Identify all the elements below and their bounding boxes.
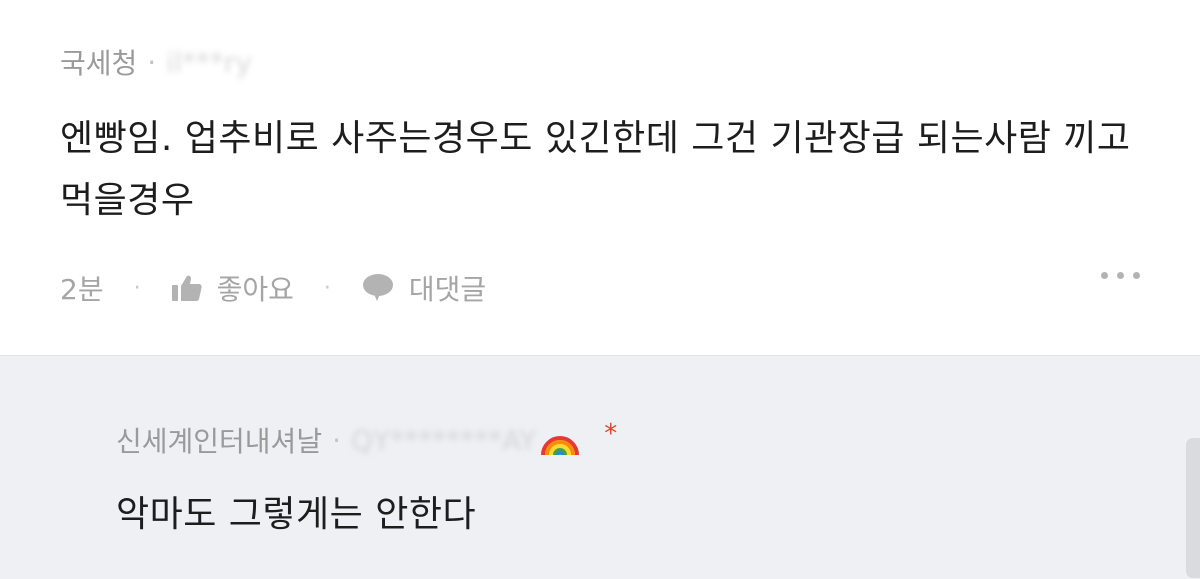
reply-header: 신세계인터내셔날 · QY********AY * — [116, 418, 617, 462]
comment-masked-id: il***ry — [166, 45, 252, 79]
comment-header: 국세청 · il***ry — [60, 40, 252, 84]
reply-masked-id: QY********AY — [351, 423, 537, 457]
marker-asterisk: * — [604, 419, 618, 449]
comment-author[interactable]: 국세청 — [60, 42, 137, 82]
meta-separator: · — [133, 275, 141, 301]
reply-button[interactable]: 대댓글 — [361, 268, 486, 308]
more-options-button[interactable] — [1101, 272, 1140, 279]
comment-time: 2분 — [60, 273, 104, 306]
meta-separator-2: · — [323, 275, 331, 301]
header-separator: · — [147, 45, 157, 79]
reply-author[interactable]: 신세계인터내셔날 — [116, 420, 322, 460]
like-label: 좋아요 — [216, 273, 294, 306]
header-separator: · — [332, 423, 341, 457]
reply-card: 신세계인터내셔날 · QY********AY * 악마도 그렇게는 안한다 — [0, 355, 1200, 579]
speech-bubble-icon — [362, 274, 393, 301]
scrollbar[interactable] — [1186, 438, 1200, 578]
dot-icon — [1133, 272, 1140, 279]
dot-icon — [1101, 272, 1108, 279]
comment-meta: 2분 · 좋아요 · 대댓글 — [60, 266, 1140, 310]
reply-label: 대댓글 — [408, 273, 487, 306]
rainbow-icon — [541, 436, 580, 456]
comment-card: 국세청 · il***ry 엔빵임. 업추비로 사주는경우도 있긴한데 그건 기… — [0, 0, 1200, 355]
like-button[interactable]: 좋아요 — [171, 268, 294, 308]
comment-text: 엔빵임. 업추비로 사주는경우도 있긴한데 그건 기관장급 되는사람 끼고 먹을… — [60, 118, 1131, 221]
thumbs-up-icon — [171, 275, 202, 301]
dot-icon — [1117, 272, 1124, 279]
reply-text: 악마도 그렇게는 안한다 — [116, 494, 477, 535]
